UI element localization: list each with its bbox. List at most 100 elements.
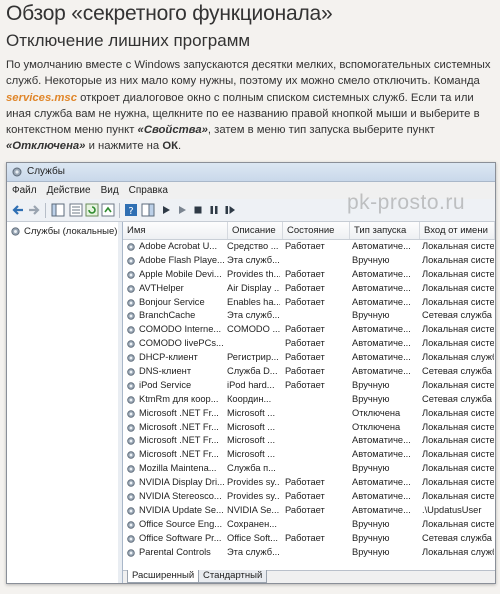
menu-view[interactable]: Вид xyxy=(96,182,124,199)
service-description: Регистрир... xyxy=(227,352,279,363)
column-header-description[interactable]: Описание xyxy=(228,222,283,239)
article-heading: Обзор «секретного функционала» xyxy=(6,2,333,25)
menu-file[interactable]: Файл xyxy=(7,182,42,199)
back-arrow-icon[interactable] xyxy=(11,203,25,217)
help-icon[interactable]: ? xyxy=(124,203,138,217)
service-description: Координ... xyxy=(227,393,272,404)
tab-standard[interactable]: Стандартный xyxy=(198,570,268,583)
column-header-startup-type[interactable]: Тип запуска xyxy=(350,222,420,239)
service-log-on-as: Сетевая служба xyxy=(422,532,492,543)
service-name: DNS-клиент xyxy=(139,366,192,377)
service-status: Работает xyxy=(285,491,325,502)
service-description: Служба п... xyxy=(227,463,276,474)
ok-word: ОК xyxy=(162,140,179,153)
column-header-name[interactable]: Имя xyxy=(123,222,228,239)
service-log-on-as: Локальная систе xyxy=(422,449,494,460)
table-row[interactable]: Microsoft .NET Fr... Microsoft ... Автомат… xyxy=(123,448,495,462)
properties-list-icon[interactable] xyxy=(69,203,83,217)
service-name: Bonjour Service xyxy=(139,296,205,307)
service-name: COMODO Interne... xyxy=(139,324,222,335)
service-log-on-as: Локальная систе xyxy=(422,435,494,446)
services-gear-icon xyxy=(11,227,20,236)
service-startup-type: Вручную xyxy=(352,310,390,321)
table-row[interactable]: Adobe Flash Playe... Эта служб... Вручную Л… xyxy=(123,254,495,268)
table-row[interactable]: iPod Service iPod hard... Работает Вручную Л… xyxy=(123,379,495,393)
service-description: Office Soft... xyxy=(227,532,278,543)
service-name: KtmRm для коор... xyxy=(139,393,219,404)
table-row[interactable]: Office Source Eng... Сохранен... Вручную Ло… xyxy=(123,518,495,532)
services-table-body: Adobe Acrobat U... Средство ... Работает Ав… xyxy=(123,240,495,559)
tab-extended[interactable]: Расширенный xyxy=(127,570,200,583)
service-name: Parental Controls xyxy=(139,546,211,557)
service-status: Работает xyxy=(285,379,325,390)
tree-item-local-services[interactable]: Службы (локальные) xyxy=(10,226,117,238)
table-row[interactable]: AVTHelper Air Display ... Работает Автомати… xyxy=(123,282,495,296)
refresh-icon[interactable] xyxy=(85,203,99,217)
column-header-row: Имя Описание Состояние Тип запуска Вход … xyxy=(123,222,495,240)
table-row[interactable]: Parental Controls Эта служб... Вручную Лока… xyxy=(123,546,495,560)
pane-splitter[interactable] xyxy=(118,222,122,583)
toolbar-divider xyxy=(45,203,46,218)
table-row[interactable]: COMODO Interne... COMODO ... Работает Автом… xyxy=(123,323,495,337)
service-description: iPod hard... xyxy=(227,379,275,390)
table-row[interactable]: Microsoft .NET Fr... Microsoft ... Отключе… xyxy=(123,407,495,421)
service-log-on-as: Локальная служб xyxy=(422,352,494,363)
table-row[interactable]: NVIDIA Stereosco... Provides sy... Работае… xyxy=(123,490,495,504)
table-row[interactable]: DNS-клиент Служба D... Работает Автоматиче.… xyxy=(123,365,495,379)
export-list-icon[interactable] xyxy=(101,203,115,217)
service-log-on-as: Локальная систе xyxy=(422,324,494,335)
service-description: Microsoft ... xyxy=(227,407,276,418)
service-startup-type: Автоматиче... xyxy=(352,338,411,349)
table-row[interactable]: Adobe Acrobat U... Средство ... Работает Ав… xyxy=(123,240,495,254)
start-service-alt-icon[interactable] xyxy=(175,203,189,217)
table-row[interactable]: Microsoft .NET Fr... Microsoft ... Автомат… xyxy=(123,434,495,448)
table-row[interactable]: BranchCache Эта служб... Вручную Сетевая сл… xyxy=(123,309,495,323)
service-name: COMODO livePCs... xyxy=(139,338,224,349)
table-row[interactable]: Apple Mobile Devi... Provides th... Работа… xyxy=(123,268,495,282)
service-name: iPod Service xyxy=(139,379,192,390)
service-status: Работает xyxy=(285,324,325,335)
table-row[interactable]: NVIDIA Display Dri... Provides sy... Работ… xyxy=(123,476,495,490)
table-row[interactable]: KtmRm для коор... Координ... Вручную Сетева… xyxy=(123,393,495,407)
table-row[interactable]: NVIDIA Update Se... NVIDIA Se... Работает А… xyxy=(123,504,495,518)
stop-service-icon[interactable] xyxy=(191,203,205,217)
service-name: Microsoft .NET Fr... xyxy=(139,449,219,460)
table-row[interactable]: Mozilla Maintena... Служба п... Вручную Лок… xyxy=(123,462,495,476)
title-bar[interactable]: Службы xyxy=(7,163,495,182)
menu-help[interactable]: Справка xyxy=(124,182,173,199)
service-status: Работает xyxy=(285,477,325,488)
service-startup-type: Вручную xyxy=(352,546,390,557)
service-log-on-as: .\UpdatusUser xyxy=(422,504,482,515)
service-name: NVIDIA Update Se... xyxy=(139,504,224,515)
service-description: Enables ha... xyxy=(227,296,280,307)
pause-service-icon[interactable] xyxy=(207,203,221,217)
menu-action[interactable]: Действие xyxy=(42,182,96,199)
service-startup-type: Автоматиче... xyxy=(352,268,411,279)
service-startup-type: Вручную xyxy=(352,463,390,474)
console-tree-icon[interactable] xyxy=(51,203,65,217)
service-startup-type: Автоматиче... xyxy=(352,477,411,488)
service-log-on-as: Локальная систе xyxy=(422,268,494,279)
column-header-log-on-as[interactable]: Вход от имени xyxy=(420,222,495,239)
service-name: Microsoft .NET Fr... xyxy=(139,435,219,446)
service-name: Microsoft .NET Fr... xyxy=(139,407,219,418)
start-service-icon[interactable] xyxy=(159,203,173,217)
service-description: Эта служб... xyxy=(227,310,280,321)
forward-arrow-icon[interactable] xyxy=(27,203,41,217)
services-list-pane: Имя Описание Состояние Тип запуска Вход … xyxy=(123,222,495,583)
table-row[interactable]: Microsoft .NET Fr... Microsoft ... Отключе… xyxy=(123,421,495,435)
service-startup-type: Автоматиче... xyxy=(352,504,411,515)
service-log-on-as: Локальная систе xyxy=(422,241,494,251)
table-row[interactable]: Bonjour Service Enables ha... Работает Авто… xyxy=(123,296,495,310)
service-log-on-as: Локальная систе xyxy=(422,296,494,307)
properties-panel-icon[interactable] xyxy=(141,203,155,217)
table-row[interactable]: COMODO livePCs... Работает Автоматиче... Ло… xyxy=(123,337,495,351)
service-status: Работает xyxy=(285,352,325,363)
tree-item-label: Службы (локальные) xyxy=(24,226,118,238)
service-log-on-as: Локальная систе xyxy=(422,282,494,293)
table-row[interactable]: Office Software Pr... Office Soft... Работ… xyxy=(123,532,495,546)
restart-service-icon[interactable] xyxy=(223,203,237,217)
service-log-on-as: Сетевая служба xyxy=(422,310,492,321)
table-row[interactable]: DHCP-клиент Регистрир... Работает Автоматич… xyxy=(123,351,495,365)
column-header-status[interactable]: Состояние xyxy=(283,222,350,239)
